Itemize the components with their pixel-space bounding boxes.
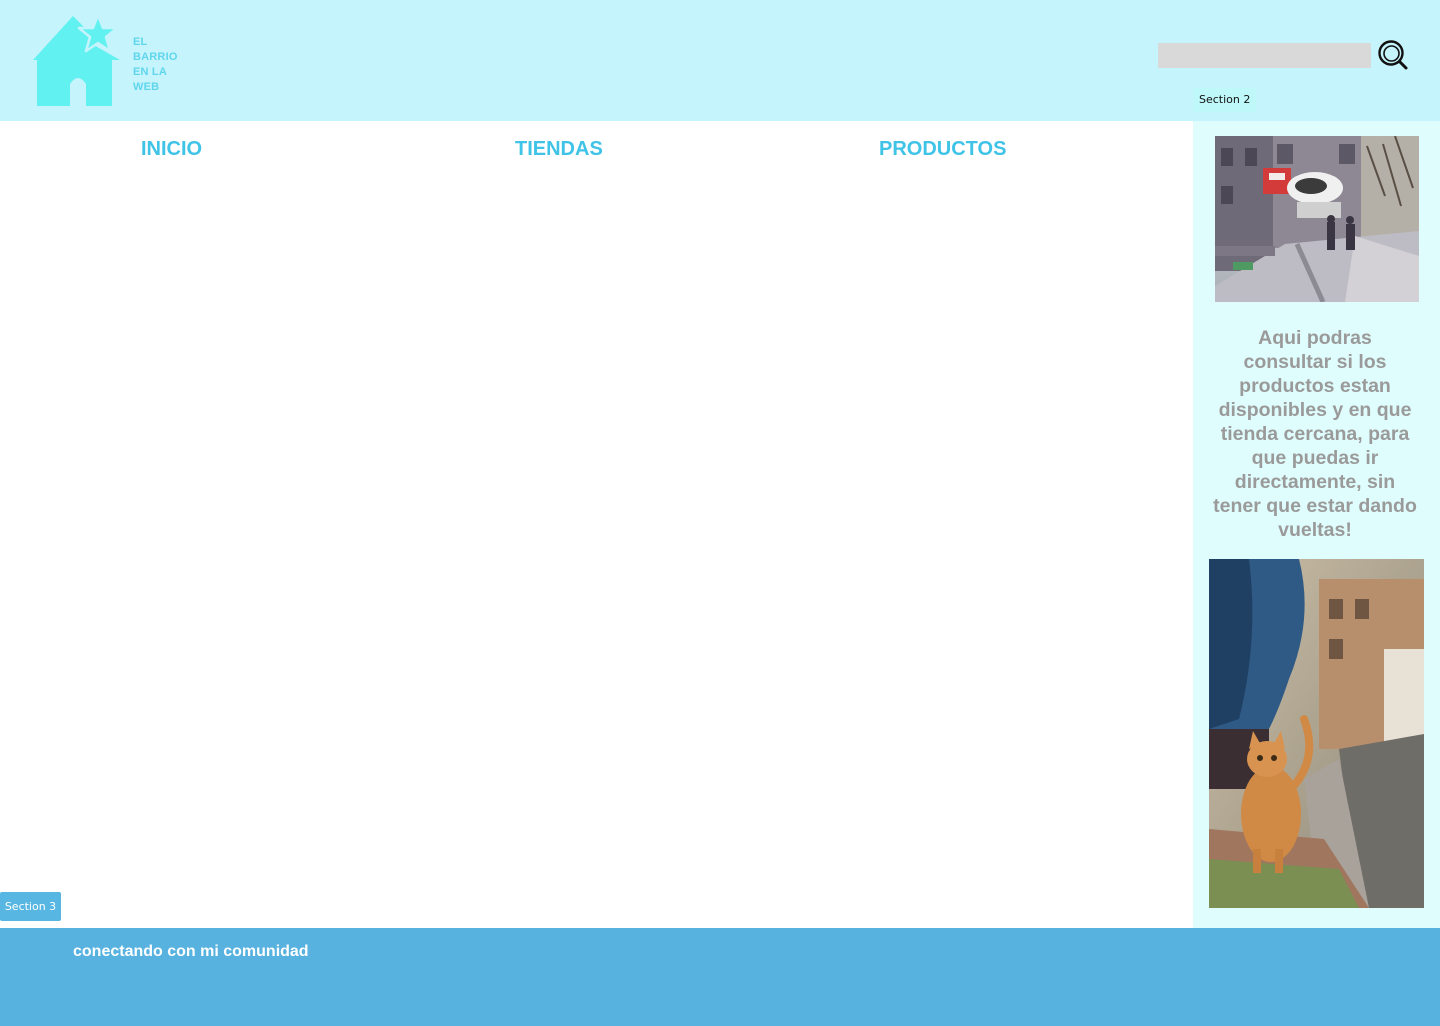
- logo-wordmark[interactable]: EL BARRIO EN LA WEB: [133, 35, 178, 95]
- nav-item-inicio[interactable]: INICIO: [141, 136, 202, 162]
- nav-item-productos[interactable]: PRODUCTOS: [879, 136, 1006, 162]
- logo-line: EN LA: [133, 66, 167, 78]
- footer-tagline: conectando con mi comunidad: [73, 943, 309, 960]
- logo-line: EL: [133, 36, 148, 48]
- site-header: EL BARRIO EN LA WEB Section 2: [0, 0, 1440, 121]
- street-graffiti-photo: [1215, 135, 1419, 304]
- logo-line: BARRIO: [133, 51, 178, 63]
- nav-item-tiendas[interactable]: TIENDAS: [515, 136, 603, 162]
- site-footer: conectando con mi comunidad: [0, 928, 1440, 1026]
- search-input[interactable]: [1158, 43, 1371, 68]
- street-cat-photo: [1209, 559, 1424, 908]
- search-icon[interactable]: [1377, 39, 1409, 71]
- sidebar: Aqui podras consultar si los productos e…: [1193, 121, 1440, 928]
- logo-house-star-icon[interactable]: [33, 13, 125, 106]
- section-2-label: Section 2: [1193, 88, 1257, 112]
- section-3-label: Section 3: [0, 892, 61, 921]
- logo-line: WEB: [133, 81, 160, 93]
- sidebar-description: Aqui podras consultar si los productos e…: [1213, 327, 1417, 541]
